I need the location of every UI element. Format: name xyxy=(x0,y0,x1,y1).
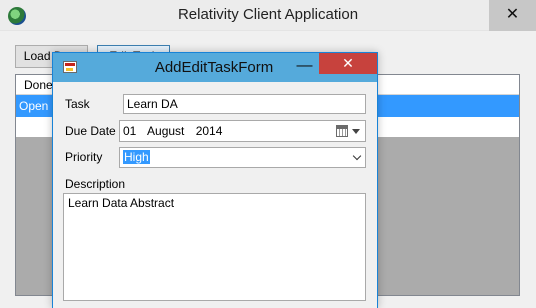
calendar-icon[interactable] xyxy=(336,125,348,137)
main-window-title: Relativity Client Application xyxy=(177,6,359,23)
due-date-picker[interactable]: 01 August 2014 xyxy=(119,120,366,142)
priority-label: Priority xyxy=(65,150,103,164)
due-date-value[interactable]: 01 August 2014 xyxy=(123,124,222,138)
date-dropdown-arrow-icon[interactable] xyxy=(352,129,360,134)
add-edit-task-dialog: AddEditTaskForm — ✕ Task Learn DA Due Da… xyxy=(52,52,378,308)
dialog-minimize-button[interactable]: — xyxy=(290,53,319,82)
task-input[interactable]: Learn DA xyxy=(123,94,366,114)
main-close-button[interactable]: ✕ xyxy=(489,0,536,31)
main-titlebar[interactable]: Relativity Client Application ✕ xyxy=(0,0,536,31)
description-textarea[interactable]: Learn Data Abstract xyxy=(63,193,366,301)
priority-selected-value[interactable]: High xyxy=(123,150,150,164)
dialog-close-button[interactable]: ✕ xyxy=(319,53,377,74)
chevron-down-icon[interactable] xyxy=(352,151,362,161)
dialog-titlebar[interactable]: AddEditTaskForm — ✕ xyxy=(53,53,377,82)
description-label: Description xyxy=(65,177,126,191)
priority-select[interactable]: High xyxy=(119,147,366,168)
due-date-label: Due Date xyxy=(65,124,116,138)
form-icon xyxy=(63,61,77,73)
column-header-done[interactable]: Done xyxy=(24,78,53,92)
dialog-title: AddEditTaskForm xyxy=(154,59,274,76)
row-status-cell[interactable]: Open xyxy=(19,99,48,113)
task-label: Task xyxy=(65,97,90,111)
